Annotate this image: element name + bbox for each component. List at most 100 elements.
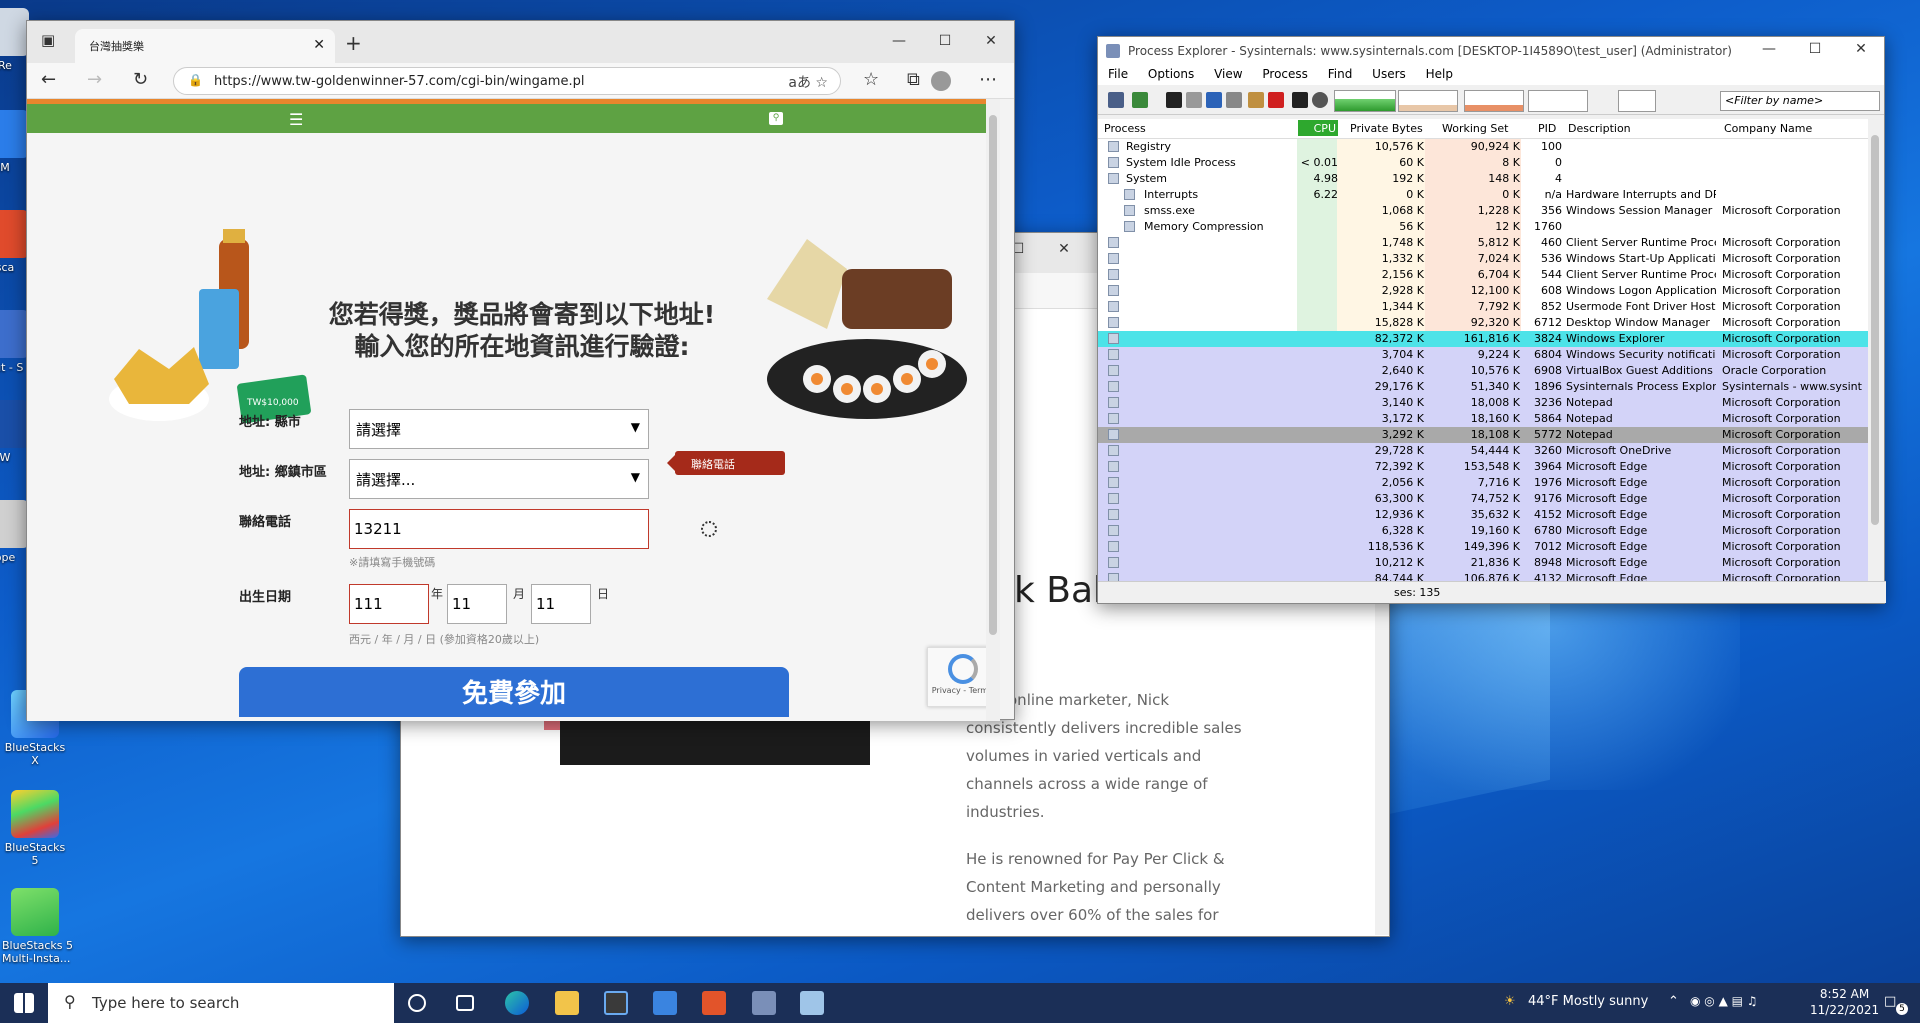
process-row[interactable]: 1,332 K 7,024 K 536 Windows Start-Up Applic… — [1098, 251, 1868, 267]
network-graph[interactable] — [1618, 90, 1656, 112]
store-icon[interactable] — [604, 991, 628, 1015]
close-icon[interactable]: ✕ — [968, 25, 1014, 57]
menu-options[interactable]: Options — [1148, 67, 1194, 81]
process-row[interactable]: 6,328 K 19,160 K 6780 Microsoft Edge Microso… — [1098, 523, 1868, 539]
process-row[interactable]: 82,372 K 161,816 K 3824 Windows Explorer Mic… — [1098, 331, 1868, 347]
start-windows-icon[interactable] — [14, 993, 34, 1013]
col-private-bytes[interactable]: Private Bytes — [1350, 122, 1423, 135]
menu-find[interactable]: Find — [1328, 67, 1353, 81]
edge-window-main[interactable]: ▣ 台灣抽獎樂 ✕ + — ☐ ✕ ← → ↻ 🔒 https://www.tw… — [26, 20, 1015, 721]
close-icon[interactable]: ✕ — [1838, 33, 1884, 65]
system-tray-icons[interactable]: ◉ ◎ ▲ ▤ ♫ — [1690, 994, 1758, 1008]
memory-graph[interactable] — [1398, 90, 1458, 112]
target-icon[interactable] — [1248, 92, 1264, 108]
lower-pane-icon[interactable] — [1226, 92, 1242, 108]
tab-actions-icon[interactable]: ▣ — [41, 31, 55, 49]
process-row[interactable]: 1,748 K 5,812 K 460 Client Server Runtime P… — [1098, 235, 1868, 251]
scroll-thumb[interactable] — [1871, 135, 1879, 525]
notification-icon[interactable]: □ — [1884, 994, 1896, 1009]
taskbar-search[interactable]: ⚲ Type here to search — [48, 983, 394, 1023]
filter-input[interactable]: <Filter by name> — [1720, 91, 1880, 111]
collections-icon[interactable]: ⧉ — [907, 69, 920, 90]
properties-icon[interactable] — [1186, 92, 1202, 108]
col-description[interactable]: Description — [1568, 122, 1631, 135]
minimize-icon[interactable]: — — [876, 25, 922, 57]
menu-users[interactable]: Users — [1372, 67, 1406, 81]
process-row[interactable]: 2,640 K 10,576 K 6908 VirtualBox Guest Addi… — [1098, 363, 1868, 379]
refresh-icon[interactable] — [1132, 92, 1148, 108]
col-pid[interactable]: PID — [1538, 122, 1556, 135]
menu-view[interactable]: View — [1214, 67, 1242, 81]
page-scrollbar[interactable] — [986, 99, 1000, 721]
more-icon[interactable]: ⋯ — [979, 69, 997, 90]
process-row[interactable]: 72,392 K 153,548 K 3964 Microsoft Edge Micro… — [1098, 459, 1868, 475]
process-explorer-window[interactable]: Process Explorer - Sysinternals: www.sys… — [1097, 33, 1886, 604]
save-icon[interactable] — [1108, 92, 1124, 108]
close-icon[interactable]: ✕ — [1041, 233, 1087, 265]
process-row[interactable]: smss.exe 1,068 K 1,228 K 356 Windows Session… — [1098, 203, 1868, 219]
cpu-graph[interactable] — [1334, 90, 1396, 112]
tray-chevron-icon[interactable]: ⌃ — [1668, 994, 1679, 1009]
tab-active[interactable]: 台灣抽獎樂 ✕ — [75, 29, 335, 63]
process-row[interactable]: 118,536 K 149,396 K 7012 Microsoft Edge Micr… — [1098, 539, 1868, 555]
dob-year-input[interactable]: 111 — [349, 584, 429, 624]
process-row[interactable]: 12,936 K 35,632 K 4152 Microsoft Edge Micros… — [1098, 507, 1868, 523]
scroll-thumb[interactable] — [989, 115, 997, 635]
hamburger-menu-icon[interactable]: ☰ — [289, 110, 303, 129]
close-tab-icon[interactable]: ✕ — [313, 37, 325, 53]
office-icon[interactable] — [702, 991, 726, 1015]
weather-icon[interactable]: ☀ — [1504, 994, 1516, 1009]
process-row[interactable]: 3,704 K 9,224 K 6804 Windows Security notif… — [1098, 347, 1868, 363]
process-row[interactable]: 2,156 K 6,704 K 544 Client Server Runtime P… — [1098, 267, 1868, 283]
process-row[interactable]: Memory Compression 56 K 12 K 1760 — [1098, 219, 1868, 235]
process-explorer-taskbar-icon[interactable] — [752, 991, 776, 1015]
lock-icon[interactable]: 🔒 — [188, 73, 203, 87]
menu-process[interactable]: Process — [1262, 67, 1308, 81]
submit-button[interactable]: 免費參加 — [239, 667, 789, 717]
cortana-icon[interactable] — [408, 994, 426, 1012]
weather-text[interactable]: 44°F Mostly sunny — [1528, 994, 1648, 1009]
process-row[interactable]: 29,176 K 51,340 K 1896 Sysinternals Process… — [1098, 379, 1868, 395]
process-row[interactable]: 10,212 K 21,836 K 8948 Microsoft Edge Micros… — [1098, 555, 1868, 571]
col-working-set[interactable]: Working Set — [1442, 122, 1508, 135]
maximize-icon[interactable]: ☐ — [922, 25, 968, 57]
maximize-icon[interactable]: ☐ — [1792, 33, 1838, 65]
process-scrollbar[interactable] — [1868, 127, 1882, 585]
process-row[interactable]: 3,292 K 18,108 K 5772 Notepad Microsoft Corp… — [1098, 427, 1868, 443]
mail-icon[interactable] — [653, 991, 677, 1015]
notepad-taskbar-icon[interactable] — [800, 991, 824, 1015]
search-icon[interactable]: ⚲ — [769, 112, 783, 125]
system-info-icon[interactable] — [1166, 92, 1182, 108]
desktop-icon-bluestacks-multi[interactable]: BlueStacks 5 Multi-Insta... — [2, 888, 73, 965]
dob-day-input[interactable]: 11 — [531, 584, 591, 624]
phone-input[interactable]: 13211 — [349, 509, 649, 549]
process-row[interactable]: 1,344 K 7,792 K 852 Usermode Font Driver Ho… — [1098, 299, 1868, 315]
process-row[interactable]: 3,140 K 18,008 K 3236 Notepad Microsoft Corp… — [1098, 395, 1868, 411]
task-view-icon[interactable] — [456, 995, 474, 1011]
desktop-icon-bluestacks-5[interactable]: BlueStacks 5 — [2, 790, 68, 867]
menu-file[interactable]: File — [1108, 67, 1128, 81]
process-row[interactable]: 15,828 K 92,320 K 6712 Desktop Window Manag… — [1098, 315, 1868, 331]
col-cpu[interactable]: CPU — [1298, 120, 1338, 136]
clock[interactable]: 8:52 AM 11/22/2021 — [1810, 986, 1879, 1018]
minimize-icon[interactable]: — — [1746, 33, 1792, 65]
file-explorer-icon[interactable] — [555, 991, 579, 1015]
process-row[interactable]: System 4.98 192 K 148 K 4 — [1098, 171, 1868, 187]
forward-icon[interactable]: → — [87, 69, 102, 90]
process-row[interactable]: 3,172 K 18,160 K 5864 Notepad Microsoft Corp… — [1098, 411, 1868, 427]
process-row[interactable]: Interrupts 6.22 0 K 0 K n/a Hardware Interrup… — [1098, 187, 1868, 203]
address-bar[interactable]: 🔒 https://www.tw-goldenwinner-57.com/cgi… — [173, 67, 841, 95]
dob-month-input[interactable]: 11 — [447, 584, 507, 624]
process-row[interactable]: 63,300 K 74,752 K 9176 Microsoft Edge Micros… — [1098, 491, 1868, 507]
read-aloud-icon[interactable]: aあ ☆ — [788, 72, 828, 92]
process-row[interactable]: System Idle Process < 0.01 60 K 8 K 0 — [1098, 155, 1868, 171]
refresh-icon[interactable]: ↻ — [133, 69, 148, 90]
find-icon[interactable] — [1292, 92, 1308, 108]
io-graph[interactable] — [1464, 90, 1524, 112]
profile-icon[interactable] — [931, 71, 951, 91]
process-list[interactable]: Process CPU Private Bytes Working Set PI… — [1098, 119, 1868, 585]
col-company[interactable]: Company Name — [1724, 122, 1812, 135]
process-row[interactable]: Registry 10,576 K 90,924 K 100 — [1098, 139, 1868, 155]
process-row[interactable]: 29,728 K 54,444 K 3260 Microsoft OneDrive Mi… — [1098, 443, 1868, 459]
gear-icon[interactable] — [1312, 92, 1328, 108]
